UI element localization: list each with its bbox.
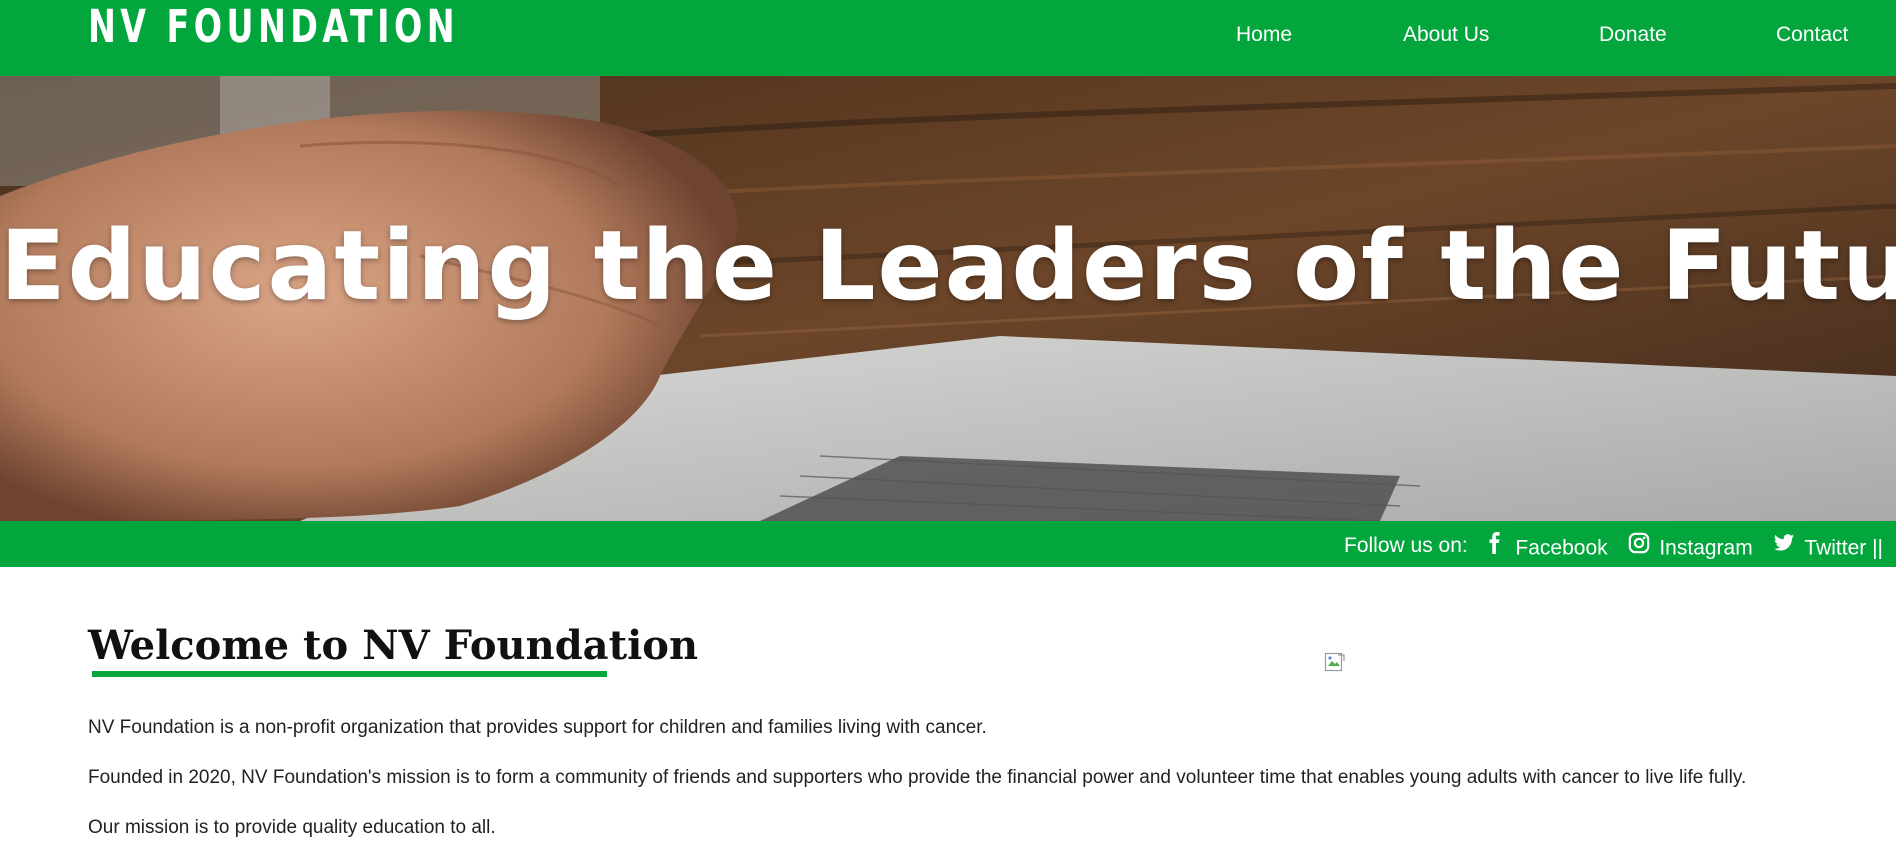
intro-paragraph: NV Foundation is a non-profit organizati… bbox=[88, 717, 987, 738]
nav-contact-link[interactable]: Contact bbox=[1776, 22, 1848, 48]
instagram-link[interactable]: Instagram bbox=[1628, 532, 1753, 560]
facebook-icon bbox=[1489, 532, 1500, 554]
brand-logo[interactable]: NV FOUNDATION bbox=[88, 2, 459, 52]
hero-title: Educating the Leaders of the Future bbox=[0, 210, 1896, 322]
social-links: Follow us on: Facebook Instagram Twitter… bbox=[1344, 532, 1896, 559]
nav-home-link[interactable]: Home bbox=[1236, 22, 1292, 48]
welcome-title: Welcome to NV Foundation bbox=[88, 622, 699, 669]
navbar: NV FOUNDATION Home About Us Donate Conta… bbox=[0, 0, 1896, 76]
title-underline bbox=[92, 671, 607, 677]
twitter-label: Twitter || bbox=[1804, 536, 1883, 560]
page: NV FOUNDATION Home About Us Donate Conta… bbox=[0, 0, 1896, 862]
education-paragraph: Our mission is to provide quality educat… bbox=[88, 817, 496, 838]
social-bar: Follow us on: Facebook Instagram Twitter… bbox=[0, 521, 1896, 567]
twitter-link[interactable]: Twitter || bbox=[1773, 532, 1883, 560]
broken-image-icon bbox=[1324, 652, 1345, 672]
follow-label: Follow us on: bbox=[1344, 534, 1468, 558]
nav-about-link[interactable]: About Us bbox=[1403, 22, 1489, 48]
twitter-icon bbox=[1773, 534, 1794, 551]
mission-paragraph: Founded in 2020, NV Foundation's mission… bbox=[88, 767, 1747, 788]
hero-banner: Educating the Leaders of the Future bbox=[0, 76, 1896, 521]
instagram-label: Instagram bbox=[1659, 536, 1753, 560]
nav-donate-link[interactable]: Donate bbox=[1599, 22, 1667, 48]
facebook-link[interactable]: Facebook bbox=[1484, 532, 1608, 560]
facebook-label: Facebook bbox=[1515, 536, 1608, 560]
instagram-icon bbox=[1628, 532, 1649, 554]
